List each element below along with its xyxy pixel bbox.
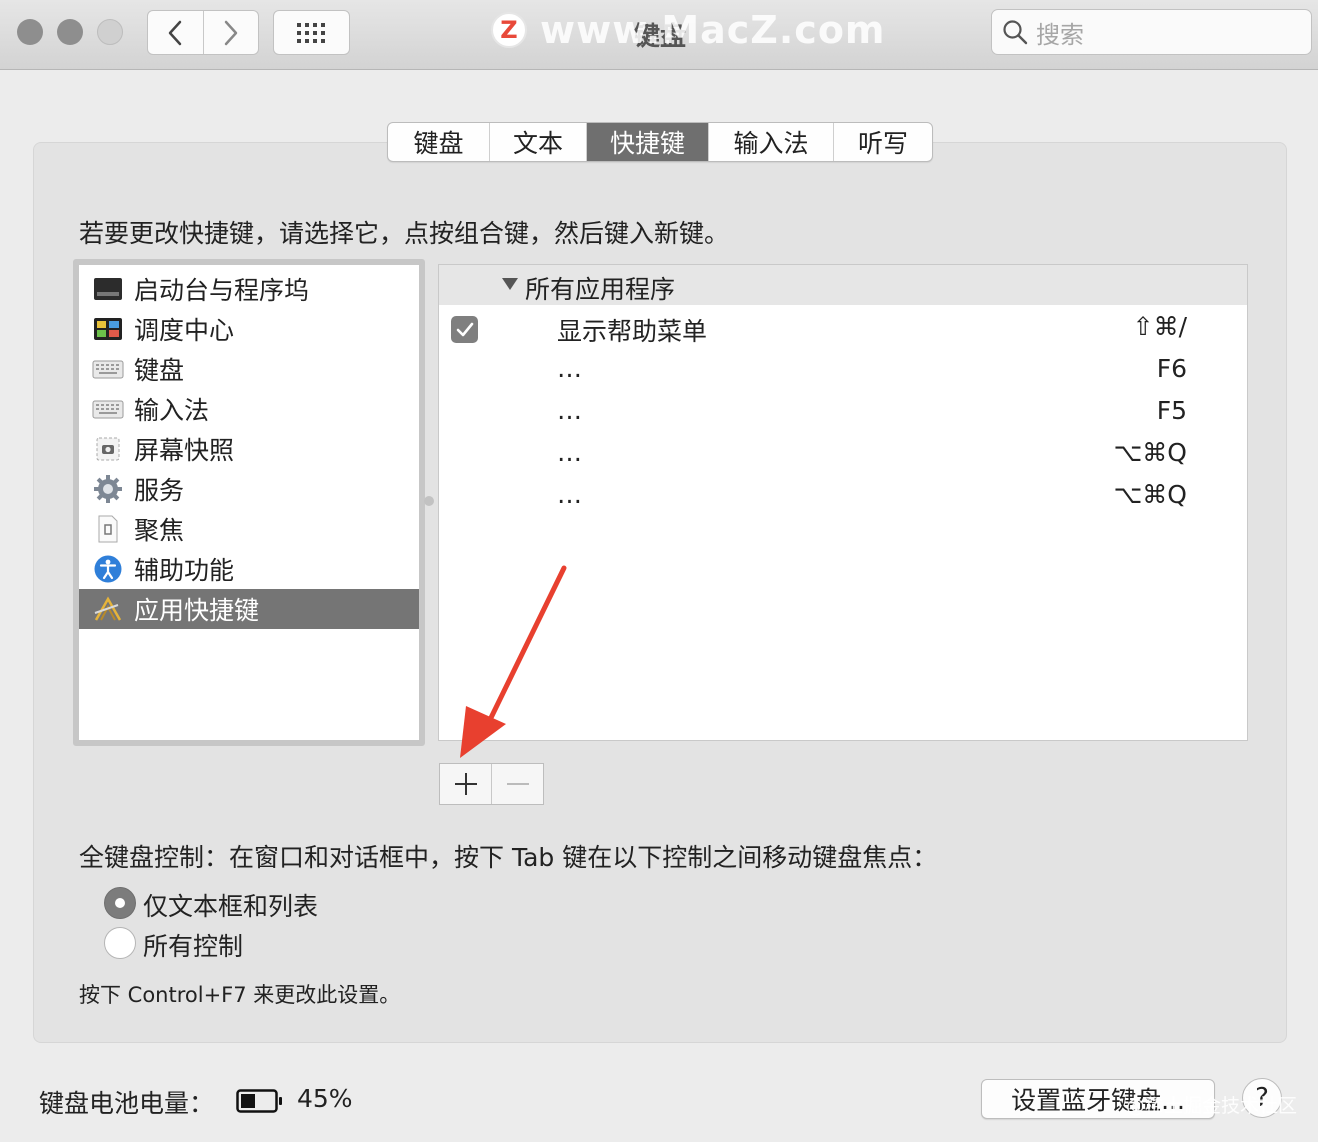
- show-all-button[interactable]: [273, 10, 350, 55]
- minimize-window-button[interactable]: [57, 19, 83, 45]
- shortcut-key[interactable]: ⇧⌘/: [1133, 312, 1187, 341]
- category-input-method[interactable]: 输入法: [79, 389, 419, 429]
- battery-label: 键盘电池电量：: [39, 1089, 215, 1118]
- tab-shortcuts[interactable]: 快捷键: [586, 123, 708, 161]
- tab-text[interactable]: 文本: [489, 123, 586, 161]
- launchpad-dock-icon: [92, 273, 124, 305]
- shortcut-key[interactable]: F5: [1157, 396, 1187, 425]
- category-keyboard[interactable]: 键盘: [79, 349, 419, 389]
- shortcut-name[interactable]: …: [557, 396, 582, 425]
- search-field[interactable]: 搜索: [991, 9, 1312, 55]
- category-app-shortcuts[interactable]: 应用快捷键: [79, 589, 419, 629]
- instruction-text: 若要更改快捷键，请选择它，点按组合键，然后键入新键。: [79, 219, 730, 248]
- shortcut-name[interactable]: …: [557, 354, 582, 383]
- disclosure-triangle-icon: [502, 278, 518, 290]
- shortcut-key[interactable]: ⌥⌘Q: [1114, 438, 1188, 467]
- chevron-left-icon: [169, 20, 182, 45]
- search-placeholder: 搜索: [1036, 20, 1084, 49]
- full-keyboard-label: 全键盘控制：在窗口和对话框中，按下 Tab 键在以下控制之间移动键盘焦点：: [79, 843, 938, 872]
- radio-label-text-boxes-lists[interactable]: 仅文本框和列表: [143, 887, 318, 923]
- grid-icon: [296, 22, 325, 43]
- category-label: 键盘: [134, 356, 185, 385]
- checkmark-icon: [456, 322, 473, 336]
- category-spotlight[interactable]: 聚焦: [79, 509, 419, 549]
- radio-label-all-controls[interactable]: 所有控制: [143, 927, 243, 963]
- shortcut-checkbox[interactable]: [451, 316, 478, 343]
- category-label: 输入法: [134, 396, 210, 425]
- chevron-right-icon: [224, 20, 237, 45]
- forward-button[interactable]: [202, 11, 259, 54]
- tab-keyboard[interactable]: 键盘: [388, 123, 489, 161]
- remove-shortcut-button[interactable]: [491, 764, 543, 804]
- back-button[interactable]: [148, 11, 203, 54]
- zoom-window-button[interactable]: [97, 19, 123, 45]
- tab-dictation[interactable]: 听写: [833, 123, 932, 161]
- shortcut-key[interactable]: F6: [1157, 354, 1187, 383]
- table-row[interactable]: … ⌥⌘Q: [439, 433, 1247, 475]
- radio-all-controls[interactable]: [104, 927, 136, 959]
- spotlight-icon: [92, 513, 124, 545]
- group-header[interactable]: 所有应用程序: [439, 265, 1247, 305]
- full-keyboard-hint: 按下 Control+F7 来更改此设置。: [79, 983, 401, 1007]
- category-list[interactable]: 启动台与程序坞 调度中心 键盘 输入法 屏幕快照 服务 聚焦 辅助功能 应用快捷…: [73, 259, 425, 746]
- title-bar: 键盘 Z www.MacZ.com 搜索: [0, 0, 1318, 70]
- plus-icon: [454, 773, 477, 795]
- gear-icon: [92, 473, 124, 505]
- radio-text-boxes-lists[interactable]: [104, 887, 136, 919]
- table-row[interactable]: 显示帮助菜单 ⇧⌘/: [439, 307, 1247, 349]
- search-icon: [1003, 20, 1028, 45]
- category-screenshots[interactable]: 屏幕快照: [79, 429, 419, 469]
- battery-percent: 45%: [297, 1084, 353, 1113]
- category-mission-control[interactable]: 调度中心: [79, 309, 419, 349]
- shortcut-name[interactable]: 显示帮助菜单: [557, 312, 707, 348]
- annotation-arrow-icon: [460, 565, 567, 758]
- shortcut-key[interactable]: ⌥⌘Q: [1114, 480, 1188, 509]
- table-row[interactable]: … F6: [439, 349, 1247, 391]
- table-row[interactable]: … ⌥⌘Q: [439, 475, 1247, 517]
- category-label: 应用快捷键: [134, 596, 260, 625]
- keyboard-icon: [92, 353, 124, 385]
- watermark-footer: @稀土掘金技术社区: [1126, 1095, 1298, 1117]
- category-label: 辅助功能: [134, 556, 235, 585]
- tab-input-sources[interactable]: 输入法: [708, 123, 833, 161]
- app-shortcuts-icon: [92, 593, 124, 625]
- category-label: 启动台与程序坞: [134, 276, 310, 305]
- category-services[interactable]: 服务: [79, 469, 419, 509]
- category-label: 屏幕快照: [134, 436, 235, 465]
- input-method-icon: [92, 393, 124, 425]
- minus-icon: [506, 783, 529, 785]
- watermark-site: www.MacZ.com: [540, 8, 886, 52]
- tab-bar: 键盘 文本 快捷键 输入法 听写: [387, 122, 933, 162]
- back-forward-group: [147, 10, 259, 55]
- category-accessibility[interactable]: 辅助功能: [79, 549, 419, 589]
- mission-control-icon: [92, 313, 124, 345]
- shortcut-name[interactable]: …: [557, 480, 582, 509]
- battery-icon: [236, 1089, 282, 1113]
- category-label: 聚焦: [134, 516, 185, 545]
- category-label: 调度中心: [134, 316, 235, 345]
- split-divider-handle[interactable]: [424, 496, 434, 506]
- table-row[interactable]: … F5: [439, 391, 1247, 433]
- watermark-logo: Z: [491, 12, 527, 48]
- category-launchpad-dock[interactable]: 启动台与程序坞: [79, 269, 419, 309]
- accessibility-icon: [92, 553, 124, 585]
- group-label: 所有应用程序: [525, 275, 676, 304]
- screenshot-icon: [92, 433, 124, 465]
- add-shortcut-button[interactable]: [440, 764, 491, 804]
- shortcut-name[interactable]: …: [557, 438, 582, 467]
- close-window-button[interactable]: [17, 19, 43, 45]
- category-label: 服务: [134, 476, 185, 505]
